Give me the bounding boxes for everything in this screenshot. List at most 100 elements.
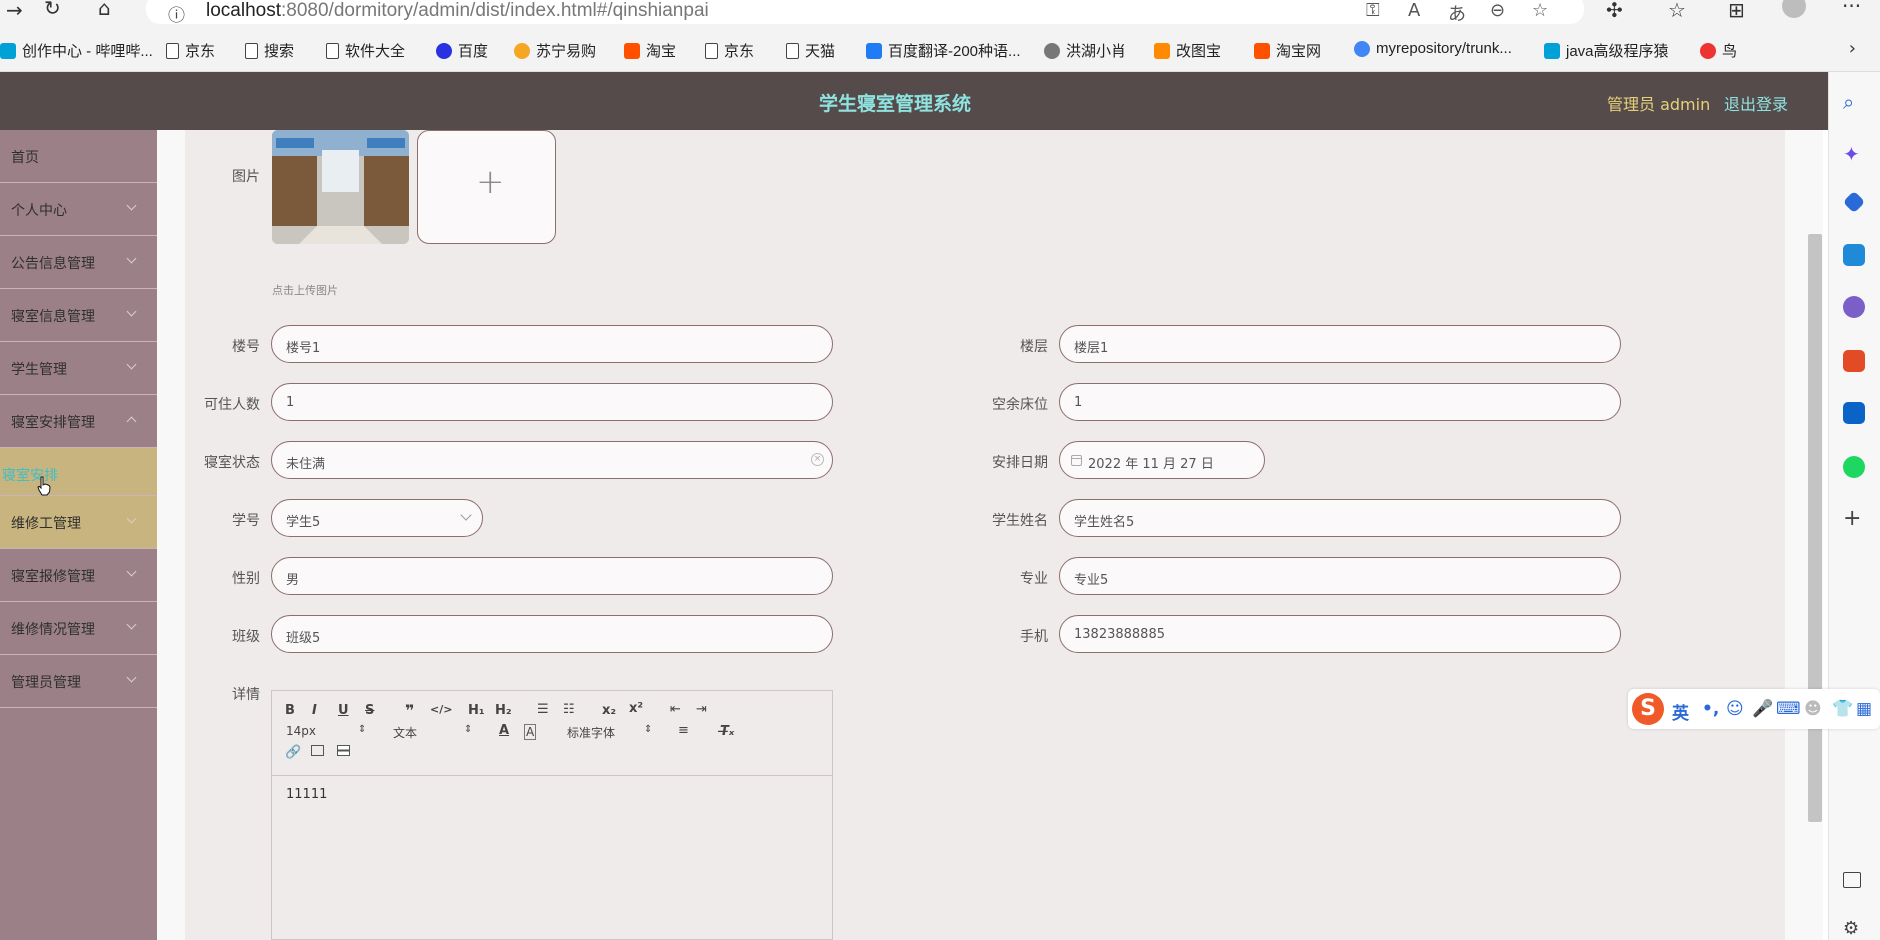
bookmark-item[interactable]: 百度翻译-200种语... xyxy=(866,40,1021,61)
page-scrollbar[interactable] xyxy=(1808,234,1822,822)
favorites-list-icon[interactable]: ☆ xyxy=(1668,0,1686,20)
sidebar-item-home[interactable]: 首页 xyxy=(0,130,157,183)
sidebar-item-repair-status-management[interactable]: 维修情况管理 xyxy=(0,602,157,655)
editor-content[interactable]: 11111 xyxy=(286,787,327,802)
heading-1-icon[interactable]: H₁ xyxy=(468,703,485,718)
collections-icon[interactable]: ⊞ xyxy=(1728,0,1745,20)
clear-format-icon[interactable]: T̶ₓ xyxy=(720,724,734,739)
games-icon[interactable] xyxy=(1843,296,1865,318)
student-id-select[interactable]: 学生5 xyxy=(271,499,483,537)
sidebar-item-repair-request-management[interactable]: 寝室报修管理 xyxy=(0,549,157,602)
sidebar-item-personal-center[interactable]: 个人中心 xyxy=(0,183,157,236)
bookmark-item[interactable]: 京东 xyxy=(705,40,754,61)
zoom-out-icon[interactable]: ⊖ xyxy=(1490,0,1505,21)
tools-icon[interactable] xyxy=(1843,244,1865,266)
bookmark-item[interactable]: 创作中心 - 哔哩哔... xyxy=(0,40,153,61)
ime-toolbox-icon[interactable]: ▦ xyxy=(1856,699,1872,719)
bookmark-item[interactable]: 洪湖小肖 xyxy=(1044,40,1126,61)
ordered-list-icon[interactable]: ☰ xyxy=(537,702,549,717)
subscript-icon[interactable]: x₂ xyxy=(602,703,616,718)
sogou-ime-logo-icon[interactable]: S xyxy=(1632,693,1664,725)
ime-emoji-icon[interactable]: ☺ xyxy=(1726,699,1744,719)
bookmark-item[interactable]: 鸟 xyxy=(1700,40,1737,61)
search-icon[interactable]: ⌕ xyxy=(1843,90,1865,114)
ime-voice-icon[interactable]: 🎤 xyxy=(1752,699,1773,719)
heading-2-icon[interactable]: H₂ xyxy=(495,703,512,718)
free-beds-input[interactable]: 1 xyxy=(1059,383,1621,421)
spotify-icon[interactable] xyxy=(1843,456,1865,478)
underline-icon[interactable]: U xyxy=(338,703,349,718)
sidebar-item-repairman-management[interactable]: 维修工管理 xyxy=(0,496,157,549)
font-family-select[interactable]: 标准字体 xyxy=(567,724,615,741)
ime-user-icon[interactable]: ☻ xyxy=(1804,699,1822,719)
bookmark-item[interactable]: 改图宝 xyxy=(1154,40,1221,61)
clear-icon[interactable]: × xyxy=(811,453,824,466)
outdent-icon[interactable]: ⇤ xyxy=(670,702,681,717)
code-block-icon[interactable]: </> xyxy=(430,703,452,716)
bookmark-item[interactable]: 软件大全 xyxy=(326,40,405,61)
sidebar-item-notice-management[interactable]: 公告信息管理 xyxy=(0,236,157,289)
sidebar-item-admin-management[interactable]: 管理员管理 xyxy=(0,655,157,708)
read-aloud-icon[interactable]: A xyxy=(1408,0,1420,21)
bookmark-item[interactable]: 京东 xyxy=(166,40,215,61)
bookmark-item[interactable]: myrepository/trunk... xyxy=(1354,40,1512,57)
sidebar-item-student-management[interactable]: 学生管理 xyxy=(0,342,157,395)
text-type-select[interactable]: 文本 xyxy=(393,724,417,741)
font-size-select[interactable]: 14px xyxy=(286,724,316,738)
bookmark-item[interactable]: 苏宁易购 xyxy=(514,40,596,61)
refresh-icon[interactable]: ↻ xyxy=(44,0,61,18)
upload-image-button[interactable]: + xyxy=(417,130,556,244)
address-bar[interactable]: ⓘ localhost:8080/dormitory/admin/dist/in… xyxy=(146,0,1584,26)
sidebar-item-dorm-arrangement-management[interactable]: 寝室安排管理 xyxy=(0,395,157,448)
extensions-icon[interactable]: ✣ xyxy=(1606,0,1623,20)
bookmarks-overflow-chevron-icon[interactable]: › xyxy=(1849,38,1856,59)
building-input[interactable]: 楼号1 xyxy=(271,325,833,363)
student-name-input[interactable]: 学生姓名5 xyxy=(1059,499,1621,537)
date-picker[interactable]: 2022 年 11 月 27 日 xyxy=(1059,441,1265,479)
copilot-icon[interactable]: ✦ xyxy=(1843,142,1865,166)
office-icon[interactable] xyxy=(1843,350,1865,372)
add-icon[interactable]: + xyxy=(1843,506,1865,531)
profile-avatar-icon[interactable] xyxy=(1782,0,1806,18)
link-icon[interactable]: 🔗 xyxy=(285,745,301,760)
bookmark-item[interactable]: 天猫 xyxy=(786,40,835,61)
shopping-tag-icon[interactable] xyxy=(1842,190,1866,214)
video-icon[interactable] xyxy=(337,745,350,756)
url-text[interactable]: localhost:8080/dormitory/admin/dist/inde… xyxy=(206,0,709,22)
italic-icon[interactable]: I xyxy=(312,703,317,718)
more-menu-icon[interactable]: ··· xyxy=(1842,0,1861,16)
image-icon[interactable] xyxy=(311,745,324,756)
sidebar-item-dorm-info-management[interactable]: 寝室信息管理 xyxy=(0,289,157,342)
strikethrough-icon[interactable]: S xyxy=(365,703,374,718)
bookmark-item[interactable]: 百度 xyxy=(436,40,488,61)
bookmark-item[interactable]: 搜索 xyxy=(245,40,294,61)
status-input[interactable]: 未住满 × xyxy=(271,441,833,479)
bookmark-item[interactable]: 淘宝 xyxy=(624,40,676,61)
settings-gear-icon[interactable]: ⚙ xyxy=(1843,918,1865,940)
key-icon[interactable]: ⚿ xyxy=(1366,0,1380,21)
bookmark-item[interactable]: java高级程序猿 xyxy=(1544,40,1669,61)
bullet-list-icon[interactable]: ☷ xyxy=(563,702,575,717)
indent-icon[interactable]: ⇥ xyxy=(696,702,707,717)
phone-input[interactable]: 13823888885 xyxy=(1059,615,1621,653)
capacity-input[interactable]: 1 xyxy=(271,383,833,421)
bold-icon[interactable]: B xyxy=(285,703,295,718)
floor-input[interactable]: 楼层1 xyxy=(1059,325,1621,363)
text-color-icon[interactable]: A xyxy=(499,723,509,738)
align-icon[interactable]: ≡ xyxy=(678,723,689,738)
ime-keyboard-icon[interactable]: ⌨ xyxy=(1776,699,1801,719)
site-info-icon[interactable]: ⓘ xyxy=(168,1,185,26)
ime-punctuation-icon[interactable]: •, xyxy=(1702,699,1719,719)
major-input[interactable]: 专业5 xyxy=(1059,557,1621,595)
outlook-icon[interactable] xyxy=(1843,402,1865,424)
class-input[interactable]: 班级5 xyxy=(271,615,833,653)
favorite-icon[interactable]: ☆ xyxy=(1532,0,1548,21)
background-color-icon[interactable]: A xyxy=(524,724,537,740)
sidebar-subitem-dorm-arrangement[interactable]: 寝室安排 xyxy=(0,448,157,496)
bookmark-item[interactable]: 淘宝网 xyxy=(1254,40,1321,61)
blockquote-icon[interactable]: ❞ xyxy=(405,701,414,720)
home-icon[interactable]: ⌂ xyxy=(98,0,111,18)
translate-page-icon[interactable]: あ xyxy=(1448,0,1466,26)
gender-input[interactable]: 男 xyxy=(271,557,833,595)
forward-icon[interactable]: → xyxy=(6,0,23,20)
